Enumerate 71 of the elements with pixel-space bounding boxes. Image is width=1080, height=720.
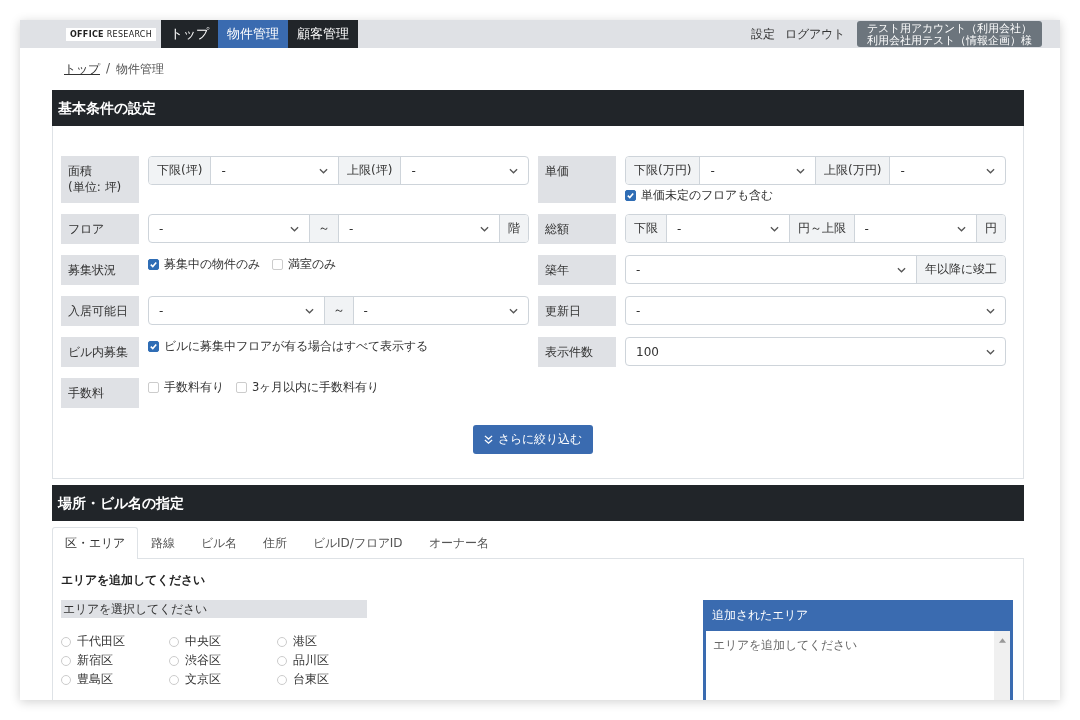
nav-link[interactable]: 設定 bbox=[751, 25, 775, 43]
field-label: ビル内募集 bbox=[61, 337, 139, 367]
radio-label: 品川区 bbox=[293, 652, 329, 669]
nav-link[interactable]: ログアウト bbox=[785, 25, 845, 43]
radio-label: 中央区 bbox=[185, 633, 221, 650]
tab[interactable]: オーナー名 bbox=[415, 527, 502, 559]
radio-button[interactable] bbox=[277, 655, 287, 666]
placeholder-text: エリアを追加してください bbox=[712, 637, 858, 654]
nav-tab[interactable]: 物件管理 bbox=[218, 20, 289, 48]
area-select-bar: エリアを選択してください bbox=[61, 600, 367, 618]
breadcrumb-current: 物件管理 bbox=[116, 61, 165, 78]
radio-button[interactable] bbox=[61, 674, 71, 685]
checkbox[interactable] bbox=[148, 341, 159, 352]
check-icon bbox=[149, 342, 158, 351]
radio-label: 文京区 bbox=[185, 671, 221, 688]
logo: OFFICE RESEARCH bbox=[66, 27, 157, 41]
tab[interactable]: ビルID/フロアID bbox=[300, 527, 416, 559]
tab[interactable]: 路線 bbox=[138, 527, 188, 559]
field-label: 築年 bbox=[538, 255, 616, 285]
added-area-list[interactable]: エリアを追加してください bbox=[706, 631, 1010, 700]
checkbox[interactable] bbox=[148, 259, 159, 270]
radio-button[interactable] bbox=[169, 655, 179, 666]
radio-label: 千代田区 bbox=[77, 633, 125, 650]
double-chevron-down-icon bbox=[484, 435, 493, 444]
checkbox-label: 手数料有り bbox=[164, 380, 224, 395]
radio-button[interactable] bbox=[169, 636, 179, 647]
select-field[interactable]: 100 bbox=[626, 338, 1005, 365]
section-header: 基本条件の設定 bbox=[52, 90, 1024, 126]
radio-button[interactable] bbox=[61, 636, 71, 647]
check-icon bbox=[626, 191, 635, 200]
field-label: フロア bbox=[61, 214, 139, 244]
field-label: 単価 bbox=[538, 156, 616, 203]
radio-button[interactable] bbox=[169, 674, 179, 685]
tab[interactable]: 区・エリア bbox=[52, 527, 138, 559]
breadcrumb-separator: / bbox=[106, 61, 111, 77]
radio-label: 新宿区 bbox=[77, 652, 113, 669]
section-header: 場所・ビル名の指定 bbox=[52, 485, 1024, 521]
radio-button[interactable] bbox=[277, 674, 287, 685]
checkbox-label: 単価未定のフロアも含む bbox=[641, 188, 773, 203]
chevron-down-icon bbox=[986, 348, 995, 355]
field-label: 表示件数 bbox=[538, 337, 616, 367]
checkbox[interactable] bbox=[625, 190, 636, 201]
checkbox-label: ビルに募集中フロアが有る場合はすべて表示する bbox=[164, 339, 428, 354]
tab[interactable]: ビル名 bbox=[188, 527, 250, 559]
radio-button[interactable] bbox=[277, 636, 287, 647]
nav-tab[interactable]: トップ bbox=[161, 20, 219, 48]
check-icon bbox=[149, 260, 158, 269]
checkbox-label: 満室のみ bbox=[288, 257, 336, 272]
account-badge[interactable]: テスト用アカウント（利用会社） 利用会社用テスト（情報企画）様 bbox=[857, 21, 1042, 47]
panel-title: 追加されたエリア bbox=[711, 607, 809, 624]
field-label: 手数料 bbox=[61, 378, 139, 408]
radio-button[interactable] bbox=[61, 655, 71, 666]
scroll-up-icon bbox=[998, 638, 1006, 643]
field-label: 面積 (単位: 坪) bbox=[61, 156, 139, 203]
checkbox-label: 3ヶ月以内に手数料有り bbox=[252, 380, 380, 395]
filter-more-button[interactable]: さらに絞り込む bbox=[473, 425, 593, 454]
field-label: 更新日 bbox=[538, 296, 616, 326]
field-label: 募集状況 bbox=[61, 255, 139, 285]
tab[interactable]: 住所 bbox=[250, 527, 300, 559]
breadcrumb-link[interactable]: トップ bbox=[64, 61, 100, 78]
field-label: 入居可能日 bbox=[61, 296, 139, 326]
area-heading: エリアを追加してください bbox=[61, 573, 206, 588]
chevron-down-icon bbox=[986, 307, 995, 314]
checkbox-label: 募集中の物件のみ bbox=[164, 257, 260, 272]
nav-tab[interactable]: 顧客管理 bbox=[288, 20, 359, 48]
radio-label: 港区 bbox=[293, 633, 317, 650]
field-label: 総額 bbox=[538, 214, 616, 244]
select-field[interactable]: - bbox=[626, 297, 1005, 324]
radio-label: 渋谷区 bbox=[185, 652, 221, 669]
radio-label: 台東区 bbox=[293, 671, 329, 688]
radio-label: 豊島区 bbox=[77, 671, 113, 688]
